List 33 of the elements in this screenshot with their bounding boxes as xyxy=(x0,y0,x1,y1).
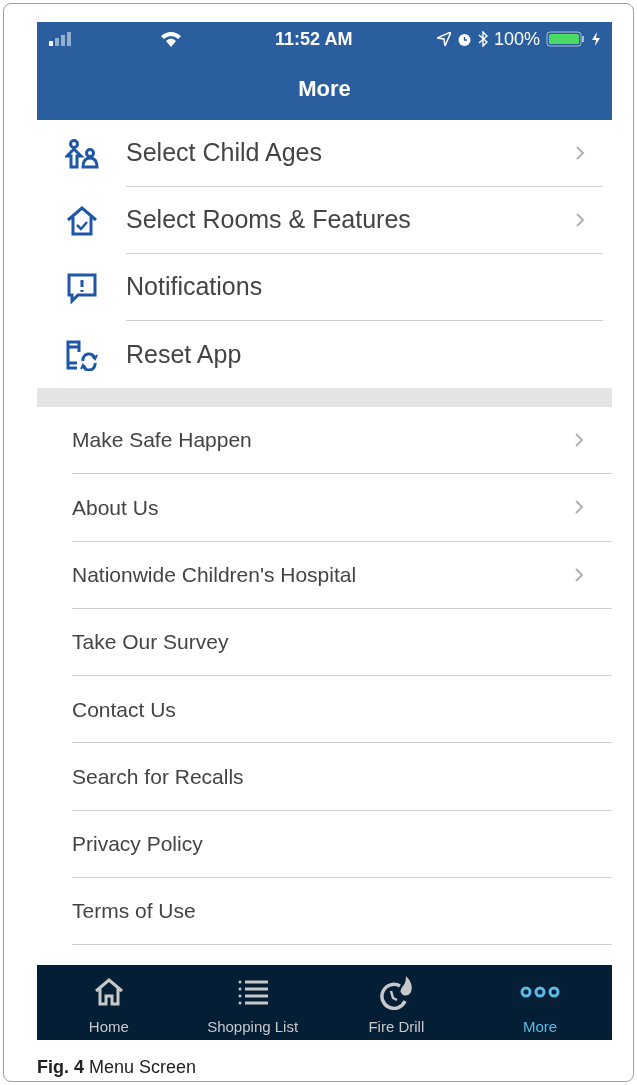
menu-item[interactable]: Search for Recalls xyxy=(72,743,612,811)
children-icon xyxy=(64,138,99,169)
tab[interactable]: Shopping List xyxy=(180,965,325,1040)
charging-icon xyxy=(592,32,600,46)
menu-item[interactable]: Make Safe Happen xyxy=(72,407,612,475)
alarm-icon xyxy=(456,31,472,47)
tab[interactable]: More xyxy=(468,965,612,1040)
phone-refresh-icon xyxy=(64,338,99,371)
menu-item[interactable]: Nationwide Children's Hospital xyxy=(72,541,612,609)
menu-item[interactable]: Select Child Ages xyxy=(126,120,603,187)
house-check-icon xyxy=(65,205,98,236)
alert-message-icon xyxy=(65,271,98,304)
more-icon xyxy=(520,985,561,998)
menu-item[interactable]: Select Rooms & Features xyxy=(126,187,603,254)
status-time: 11:52 AM xyxy=(275,27,353,51)
wifi-icon xyxy=(160,31,182,47)
menu-item[interactable]: Contact Us xyxy=(72,676,612,744)
menu-item[interactable]: Reset App xyxy=(126,321,603,388)
screen-title: More xyxy=(298,74,351,103)
menu-item[interactable]: About Us xyxy=(72,474,612,542)
list-icon xyxy=(237,978,268,1005)
menu-item[interactable]: Terms of Use xyxy=(72,878,612,946)
battery-icon xyxy=(546,31,586,47)
bluetooth-icon xyxy=(477,31,488,47)
menu-item[interactable]: Take Our Survey xyxy=(72,608,612,677)
menu-item[interactable]: Privacy Policy xyxy=(72,810,612,879)
menu-item[interactable]: Notifications xyxy=(126,254,603,321)
home-icon xyxy=(92,976,125,1007)
figure-caption: Fig. 4 Menu Screen xyxy=(37,1057,197,1077)
location-icon xyxy=(436,32,451,46)
tab[interactable]: Home xyxy=(37,965,181,1040)
tab[interactable]: Fire Drill xyxy=(324,965,469,1040)
battery-percent: 100% xyxy=(493,27,540,51)
